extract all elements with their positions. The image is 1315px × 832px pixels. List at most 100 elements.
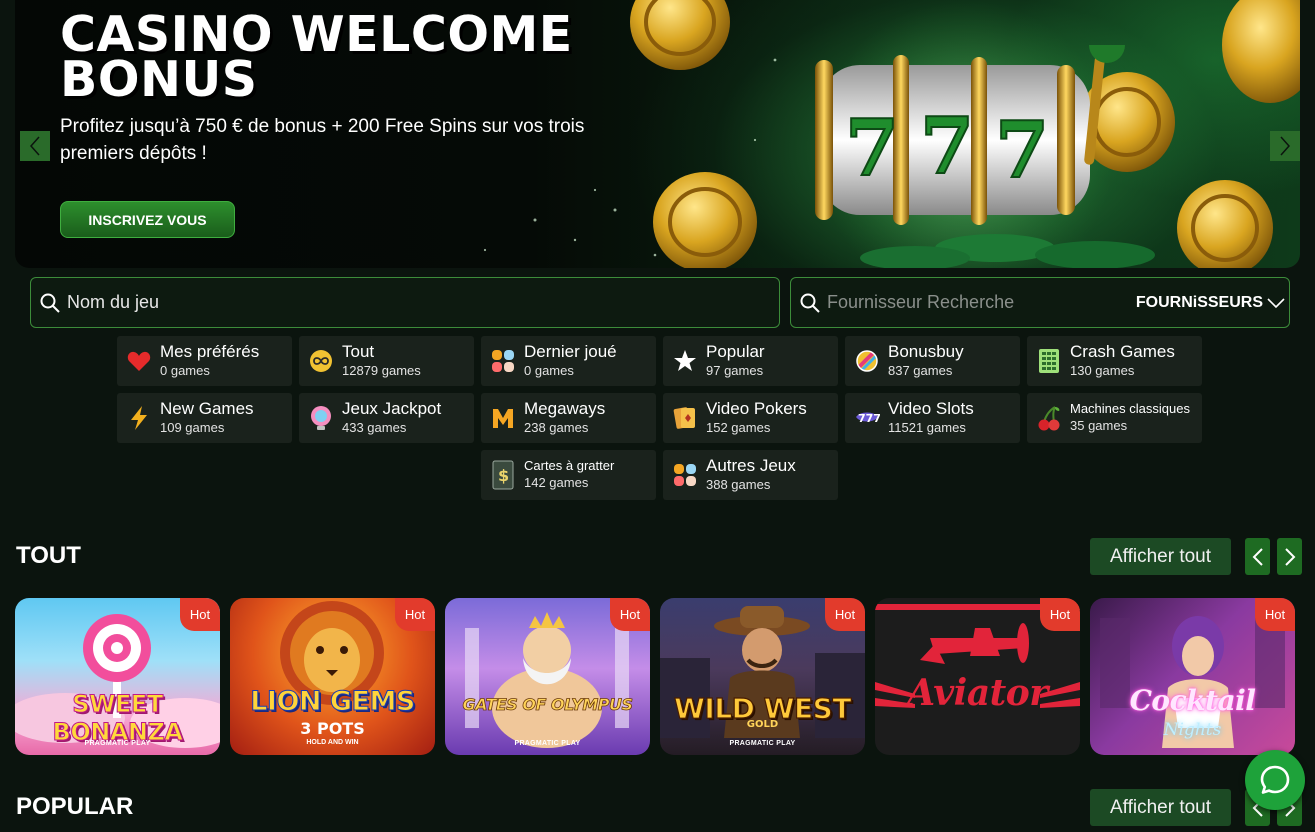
- providers-dropdown[interactable]: FOURNiSSEURS: [1136, 294, 1285, 312]
- slot-machine-illustration: 7 7 7: [805, 27, 1135, 230]
- game-tagline: HOLD AND WIN: [306, 739, 359, 746]
- colorball-icon: [854, 348, 880, 374]
- chevron-right-icon: [1280, 136, 1291, 156]
- category-count: 142 games: [524, 475, 589, 490]
- chevron-right-icon: [1284, 547, 1295, 566]
- category-count: 388 games: [706, 477, 771, 492]
- category-name: Dernier joué: [524, 342, 617, 361]
- chevron-left-icon: [1252, 547, 1263, 566]
- slot-777-icon: 777: [854, 405, 880, 431]
- carousel-prev-button[interactable]: [1245, 538, 1270, 575]
- reel-symbol: 7: [995, 105, 1049, 196]
- category-classic-machines[interactable]: Machines classiques 35 games: [1027, 393, 1202, 443]
- chevron-left-icon: [29, 136, 40, 156]
- category-count: 130 games: [1070, 363, 1135, 378]
- category-count: 109 games: [160, 420, 225, 435]
- category-last-played[interactable]: Dernier joué 0 games: [481, 336, 656, 386]
- category-all[interactable]: Tout 12879 games: [299, 336, 474, 386]
- calculator-icon: [1036, 348, 1062, 374]
- category-count: 0 games: [524, 363, 574, 378]
- category-name: Autres Jeux: [706, 456, 796, 475]
- category-name: Bonusbuy: [888, 342, 964, 361]
- grid-icon: [672, 462, 698, 488]
- category-count: 152 games: [706, 420, 771, 435]
- category-jackpot[interactable]: Jeux Jackpot 433 games: [299, 393, 474, 443]
- category-name: Crash Games: [1070, 342, 1175, 361]
- game-card-sweet-bonanza[interactable]: SWEET BONANZA PRAGMATIC PLAY Hot: [15, 598, 220, 755]
- search-icon: [800, 293, 820, 313]
- heart-icon: [126, 348, 152, 374]
- provider-search-box: FOURNiSSEURS: [790, 277, 1290, 328]
- game-title: GATES OF OLYMPUS: [462, 695, 633, 715]
- category-name: New Games: [160, 399, 254, 418]
- game-card-cocktail-nights[interactable]: Cocktail Nights Hot: [1090, 598, 1295, 755]
- category-popular[interactable]: Popular 97 games: [663, 336, 838, 386]
- game-subtitle: 3 POTS: [300, 719, 365, 738]
- category-name: Popular: [706, 342, 765, 361]
- category-crash-games[interactable]: Crash Games 130 games: [1027, 336, 1202, 386]
- category-name: Tout: [342, 342, 375, 361]
- game-subtitle: GOLD: [746, 719, 779, 730]
- hero-subtitle: Profitez jusqu’à 750 € de bonus + 200 Fr…: [60, 116, 585, 164]
- svg-text:777: 777: [858, 412, 880, 425]
- hero-next-button[interactable]: [1270, 131, 1300, 161]
- cards-icon: [672, 405, 698, 431]
- megaways-icon: [490, 405, 516, 431]
- hero-prev-button[interactable]: [20, 131, 50, 161]
- scratch-card-icon: $: [490, 460, 516, 490]
- category-new-games[interactable]: New Games 109 games: [117, 393, 292, 443]
- hero-title: CASINO WELCOME BONUS: [60, 6, 573, 108]
- category-name: Cartes à gratter: [524, 458, 615, 473]
- providers-dropdown-label: FOURNiSSEURS: [1135, 293, 1263, 311]
- hot-badge: Hot: [395, 598, 435, 631]
- globe-icon: [308, 405, 334, 431]
- category-megaways[interactable]: Megaways 238 games: [481, 393, 656, 443]
- category-count: 97 games: [706, 363, 764, 378]
- game-card-aviator[interactable]: Aviator Hot: [875, 598, 1080, 755]
- game-title: SWEET BONANZA: [52, 690, 183, 747]
- game-card-wild-west-gold[interactable]: WILD WEST GOLD PRAGMATIC PLAY Hot: [660, 598, 865, 755]
- category-video-slots[interactable]: 777 Video Slots 11521 games: [845, 393, 1020, 443]
- category-other-games[interactable]: Autres Jeux 388 games: [663, 450, 838, 500]
- cherry-icon: [1036, 405, 1062, 431]
- category-count: 837 games: [888, 363, 953, 378]
- search-icon: [40, 293, 60, 313]
- category-name: Jeux Jackpot: [342, 399, 442, 418]
- section-title-all: TOUT: [16, 542, 81, 569]
- section-title-popular: POPULAR: [16, 793, 134, 820]
- grid-icon: [490, 348, 516, 374]
- show-all-button[interactable]: Afficher tout: [1090, 789, 1231, 826]
- reel-symbol: 7: [920, 101, 974, 192]
- hot-badge: Hot: [825, 598, 865, 631]
- hot-badge: Hot: [1040, 598, 1080, 631]
- category-count: 12879 games: [342, 363, 421, 378]
- game-subtitle: Nights: [1163, 720, 1222, 740]
- category-favorites[interactable]: Mes préférés 0 games: [117, 336, 292, 386]
- category-name: Machines classiques: [1070, 401, 1190, 416]
- hot-badge: Hot: [610, 598, 650, 631]
- category-video-pokers[interactable]: Video Pokers 152 games: [663, 393, 838, 443]
- reel-symbol: 7: [845, 103, 899, 194]
- game-provider: PRAGMATIC PLAY: [729, 740, 796, 747]
- game-provider: PRAGMATIC PLAY: [514, 740, 581, 747]
- game-search-input[interactable]: [67, 292, 779, 313]
- category-count: 0 games: [160, 363, 210, 378]
- provider-search-input[interactable]: [827, 292, 1136, 313]
- category-count: 11521 games: [888, 420, 966, 435]
- category-scratch-cards[interactable]: $ Cartes à gratter 142 games: [481, 450, 656, 500]
- category-count: 433 games: [342, 420, 407, 435]
- live-chat-button[interactable]: [1245, 750, 1305, 810]
- game-provider: PRAGMATIC PLAY: [84, 740, 151, 747]
- show-all-button[interactable]: Afficher tout: [1090, 538, 1231, 575]
- lightning-icon: [126, 405, 152, 431]
- hero-banner: 7 7 7 CASINO WELCOME BONUS Profitez jusq…: [15, 0, 1300, 268]
- game-title: Cocktail: [1129, 684, 1256, 717]
- category-count: 238 games: [524, 420, 589, 435]
- game-card-lion-gems[interactable]: LION GEMS 3 POTS HOLD AND WIN Hot: [230, 598, 435, 755]
- category-name: Mes préférés: [160, 342, 260, 361]
- game-card-gates-of-olympus[interactable]: GATES OF OLYMPUS PRAGMATIC PLAY Hot: [445, 598, 650, 755]
- signup-button[interactable]: INSCRIVEZ VOUS: [60, 201, 235, 238]
- category-bonusbuy[interactable]: Bonusbuy 837 games: [845, 336, 1020, 386]
- carousel-next-button[interactable]: [1277, 538, 1302, 575]
- chat-bubble-icon: [1260, 765, 1290, 794]
